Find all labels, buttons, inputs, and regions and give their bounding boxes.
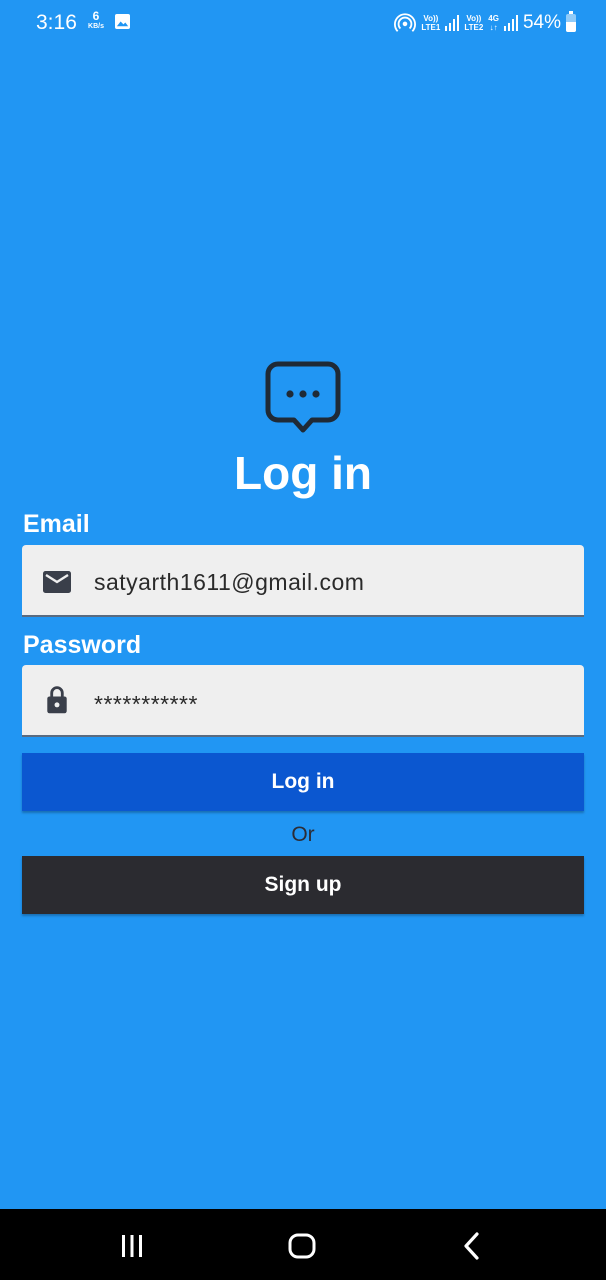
status-time: 3:16 [36, 11, 77, 34]
status-bar: 3:16 6 KB/s Vo)) LTE1 Vo)) LTE2 4G ↓↑ 54… [0, 0, 606, 46]
sim2-signal-icon [503, 15, 518, 31]
signup-button[interactable]: Sign up [22, 856, 584, 914]
sim2-volte: Vo)) LTE2 [464, 14, 483, 32]
sim2-label-top: Vo)) [466, 14, 482, 23]
password-label: Password [23, 631, 142, 659]
battery-icon [566, 11, 576, 32]
gallery-notification-icon [115, 14, 130, 29]
status-icons: Vo)) LTE1 Vo)) LTE2 4G ↓↑ 54% [394, 10, 576, 36]
network-type-label: 4G [488, 14, 499, 23]
login-button[interactable]: Log in [22, 753, 584, 811]
sim1-signal-icon [445, 15, 460, 31]
battery-fill [566, 22, 576, 32]
battery-percent: 54% [522, 12, 561, 33]
email-label: Email [23, 510, 90, 538]
sim1-label-top: Vo)) [423, 14, 439, 23]
sim1-volte: Vo)) LTE1 [421, 14, 440, 32]
sim1-label-bottom: LTE1 [421, 23, 441, 32]
password-field[interactable]: *********** [22, 665, 584, 737]
network-speed-unit: KB/s [88, 23, 104, 30]
back-icon[interactable] [455, 1229, 489, 1263]
password-value: *********** [94, 691, 198, 717]
network-type: 4G ↓↑ [488, 14, 499, 32]
page-title: Log in [234, 447, 372, 499]
recents-icon[interactable] [115, 1229, 149, 1263]
chat-bubble-icon [265, 361, 341, 433]
network-speed: 6 KB/s [84, 10, 108, 30]
navigation-bar [0, 1209, 606, 1280]
email-value: satyarth1611@gmail.com [94, 569, 365, 595]
sim2-label-bottom: LTE2 [464, 23, 484, 32]
or-divider-text: Or [291, 823, 315, 846]
email-field[interactable]: satyarth1611@gmail.com [22, 545, 584, 617]
home-icon[interactable] [285, 1229, 319, 1263]
data-arrows-icon: ↓↑ [489, 23, 498, 32]
mail-icon [43, 571, 71, 593]
network-speed-value: 6 [92, 9, 100, 23]
hotspot-icon [394, 13, 417, 32]
lock-icon [47, 686, 67, 714]
